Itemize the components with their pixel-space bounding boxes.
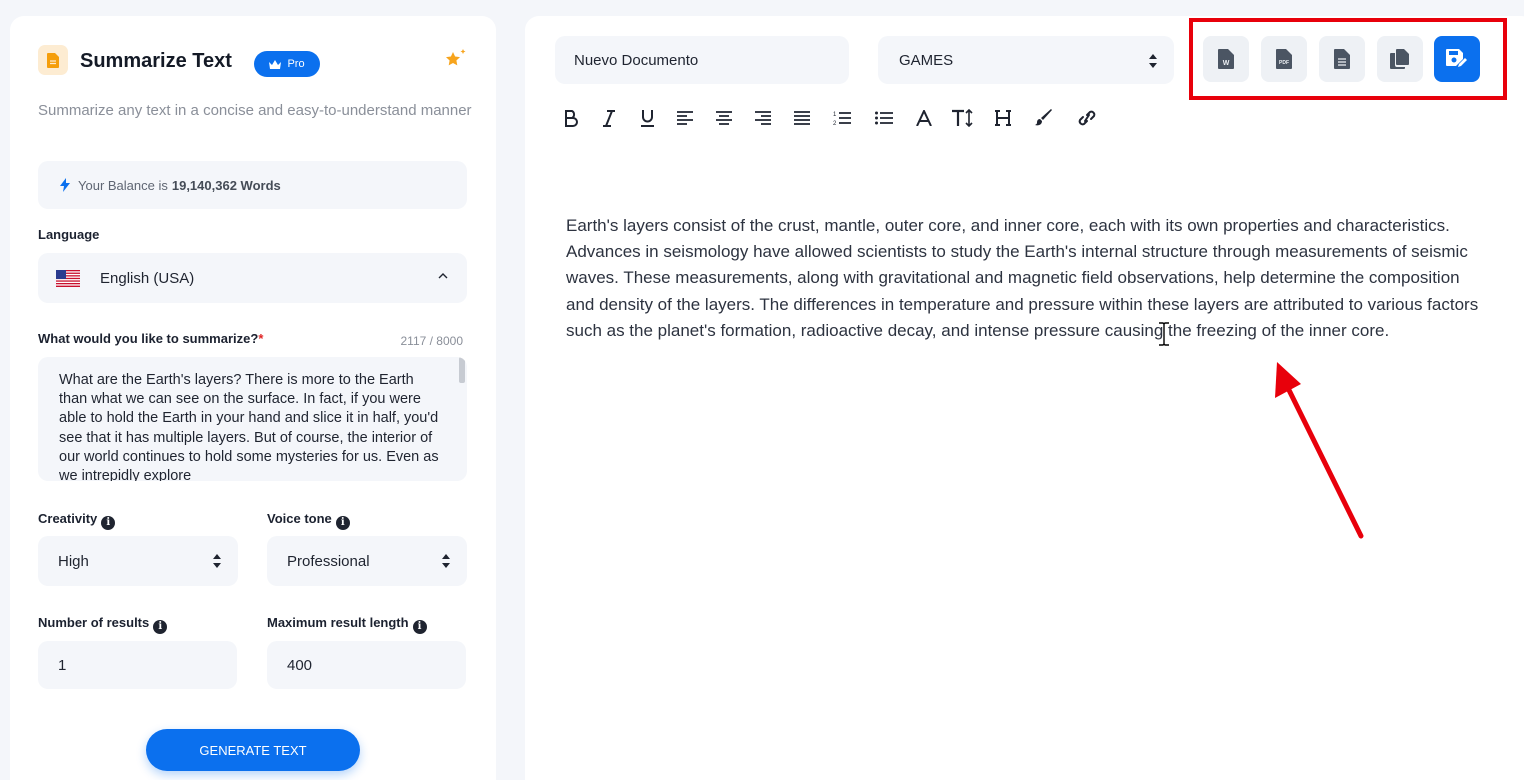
align-justify-icon[interactable] (792, 106, 812, 130)
info-icon[interactable]: i (335, 515, 350, 530)
max-length-label-text: Maximum result length (267, 615, 409, 630)
select-arrows-icon (442, 554, 450, 568)
document-name-value: Nuevo Documento (574, 51, 699, 69)
select-arrows-icon (1149, 54, 1157, 68)
bold-icon[interactable] (561, 106, 581, 130)
voice-tone-label-text: Voice tone (267, 511, 332, 526)
creativity-value: High (58, 552, 89, 570)
number-of-results-input[interactable]: 1 (38, 641, 237, 689)
align-left-icon[interactable] (675, 106, 695, 130)
us-flag-icon (56, 269, 80, 287)
voice-tone-select[interactable]: Professional (267, 536, 467, 586)
textarea-scrollbar[interactable] (459, 357, 465, 383)
language-value: English (USA) (100, 269, 195, 287)
input-label: What would you like to summarize?* (38, 331, 263, 346)
summarize-form-panel: Summarize Text Pro Summarize any text in… (10, 16, 496, 780)
annotation-highlight-box (1189, 18, 1507, 100)
max-length-value: 400 (287, 656, 313, 674)
link-icon[interactable] (1075, 106, 1099, 130)
text-cursor-icon (1159, 322, 1169, 346)
info-icon[interactable]: i (153, 619, 168, 634)
generate-text-button[interactable]: GENERATE TEXT (146, 729, 360, 771)
info-icon[interactable]: i (412, 619, 427, 634)
pro-badge: Pro (254, 51, 320, 77)
document-tool-icon (38, 45, 68, 75)
italic-icon[interactable] (599, 106, 619, 130)
font-size-icon[interactable] (951, 106, 975, 130)
balance-prefix: Your Balance is (78, 177, 168, 193)
favorite-star-icon[interactable] (444, 48, 468, 75)
crown-icon (269, 59, 282, 69)
brush-icon[interactable] (1034, 106, 1054, 130)
font-color-icon[interactable] (913, 106, 935, 130)
number-of-results-label-text: Number of results (38, 615, 150, 630)
ordered-list-icon[interactable]: 12 (831, 106, 853, 130)
align-center-icon[interactable] (714, 106, 734, 130)
required-mark: * (258, 331, 264, 346)
max-length-input[interactable]: 400 (267, 641, 466, 689)
creativity-label: Creativity i (38, 511, 116, 530)
align-right-icon[interactable] (753, 106, 773, 130)
annotation-arrow-icon (1275, 362, 1364, 539)
character-counter: 2117 / 8000 (400, 334, 463, 348)
pro-badge-label: Pro (287, 58, 305, 70)
creativity-select[interactable]: High (38, 536, 238, 586)
select-arrows-icon (213, 554, 221, 568)
number-of-results-label: Number of results i (38, 615, 168, 634)
category-value: GAMES (899, 51, 954, 69)
tool-title: Summarize Text (80, 50, 232, 72)
summarize-input-text: What are the Earth's layers? There is mo… (59, 372, 439, 481)
max-length-label: Maximum result length i (267, 615, 427, 634)
chevron-up-icon (438, 273, 448, 279)
document-editor-panel: Nuevo Documento GAMES W PDF 12 Earth's l… (525, 16, 1524, 780)
tool-description: Summarize any text in a concise and easy… (38, 102, 472, 119)
input-label-text: What would you like to summarize? (38, 331, 259, 346)
language-label: Language (38, 227, 100, 242)
svg-text:2: 2 (833, 121, 837, 126)
summarize-input-textarea[interactable]: What are the Earth's layers? There is mo… (38, 357, 467, 481)
creativity-label-text: Creativity (38, 511, 98, 526)
voice-tone-label: Voice tone i (267, 511, 350, 530)
language-select[interactable]: English (USA) (38, 253, 467, 303)
heading-icon[interactable] (993, 106, 1013, 130)
voice-tone-value: Professional (287, 552, 370, 570)
lightning-icon (60, 178, 70, 192)
document-editor-content[interactable]: Earth's layers consist of the crust, man… (566, 213, 1486, 344)
document-name-input[interactable]: Nuevo Documento (555, 36, 849, 84)
balance-amount: 19,140,362 Words (171, 177, 281, 193)
svg-text:1: 1 (833, 112, 837, 118)
info-icon[interactable]: i (101, 515, 116, 530)
number-of-results-value: 1 (58, 656, 67, 674)
bullet-list-icon[interactable] (873, 106, 895, 130)
underline-icon[interactable] (637, 106, 657, 130)
category-select[interactable]: GAMES (878, 36, 1174, 84)
balance-box: Your Balance is 19,140,362 Words (38, 161, 467, 209)
